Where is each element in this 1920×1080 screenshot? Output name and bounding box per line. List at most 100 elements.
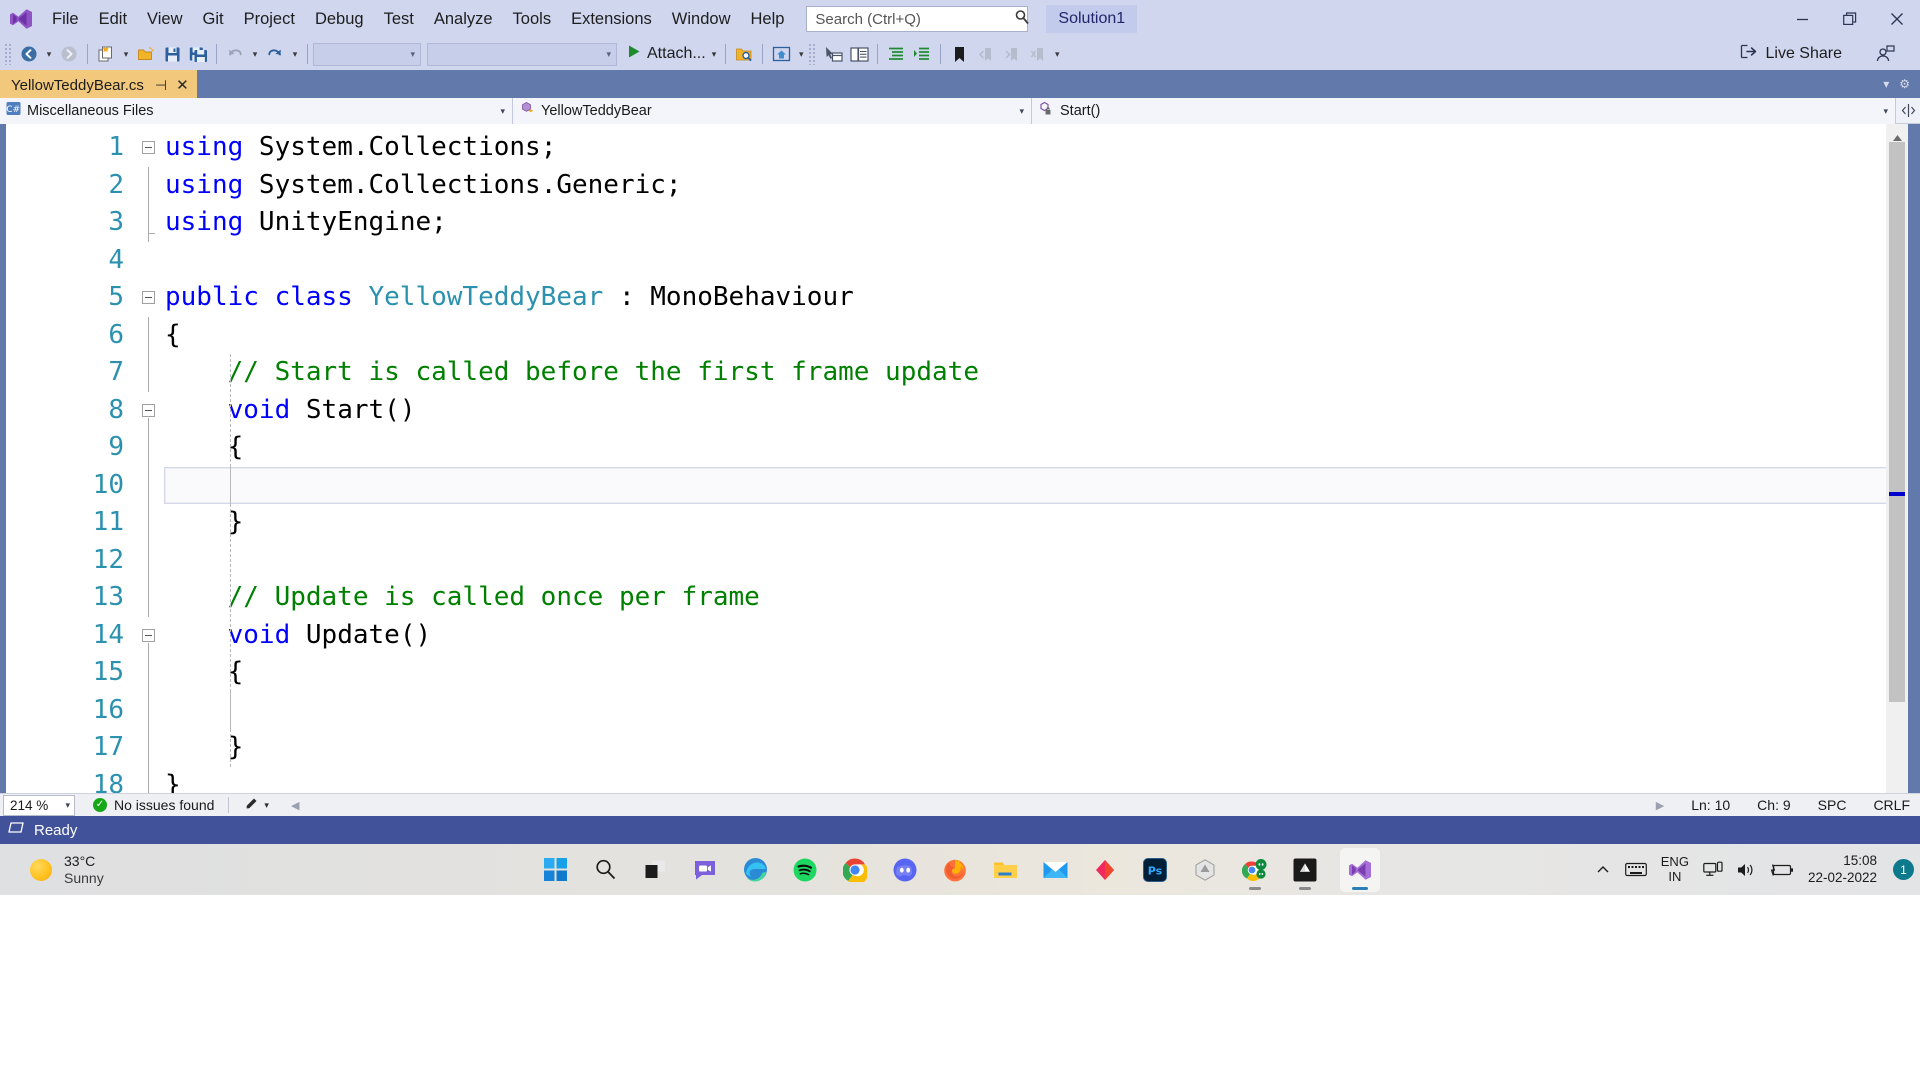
pen-dropdown-icon[interactable]: ▾	[264, 800, 269, 811]
unity-hub-icon[interactable]	[1190, 848, 1220, 892]
navbar-type-combo[interactable]: YellowTeddyBear ▾	[513, 98, 1032, 124]
code-line[interactable]: }	[164, 504, 1920, 542]
pen-icon[interactable]	[243, 796, 259, 815]
chevron-down-icon[interactable]: ▾	[1019, 106, 1024, 117]
mail-icon[interactable]	[1040, 848, 1070, 892]
spotify-icon[interactable]	[790, 848, 820, 892]
code-line[interactable]: void Update()	[164, 617, 1920, 655]
selection-margin[interactable]	[6, 124, 20, 793]
code-line[interactable]: // Start is called before the first fram…	[164, 354, 1920, 392]
task-view-icon[interactable]	[640, 848, 670, 892]
fold-indicator[interactable]	[138, 129, 164, 167]
redo-icon[interactable]	[262, 41, 288, 67]
copy-window-icon[interactable]	[846, 41, 872, 67]
weather-widget[interactable]: 33°C Sunny	[30, 853, 104, 886]
document-tab-yellowteddybear[interactable]: YellowTeddyBear.cs ⊣ ✕	[0, 70, 197, 98]
toolbar-overflow-icon[interactable]: ▾	[1050, 41, 1064, 67]
pointer-window-icon[interactable]	[820, 41, 846, 67]
code-line[interactable]: }	[164, 767, 1920, 794]
battery-charging-icon[interactable]	[1770, 863, 1794, 877]
chevron-down-icon[interactable]: ▾	[500, 106, 505, 117]
volume-icon[interactable]	[1737, 862, 1756, 878]
new-item-dropdown-icon[interactable]: ▾	[119, 41, 133, 67]
code-line[interactable]: {	[164, 429, 1920, 467]
menu-item-debug[interactable]: Debug	[305, 0, 374, 38]
menu-item-file[interactable]: File	[42, 0, 89, 38]
firefox-icon[interactable]	[940, 848, 970, 892]
quick-search-box[interactable]	[806, 6, 1030, 32]
chevron-down-icon[interactable]: ▾	[65, 800, 70, 811]
restore-icon[interactable]	[1826, 0, 1873, 38]
split-window-icon[interactable]	[1896, 98, 1920, 123]
language-indicator[interactable]: ENG IN	[1661, 854, 1689, 884]
attach-to-process-button[interactable]: Attach... ▾	[623, 41, 720, 67]
menu-item-test[interactable]: Test	[374, 0, 424, 38]
scroll-up-icon[interactable]	[1886, 124, 1908, 142]
menu-item-help[interactable]: Help	[740, 0, 794, 38]
fold-indicator[interactable]	[138, 392, 164, 429]
navigate-forward-icon[interactable]	[56, 41, 82, 67]
visual-studio-icon[interactable]	[1340, 847, 1380, 892]
clear-bookmark-icon[interactable]	[1024, 41, 1050, 67]
menu-item-analyze[interactable]: Analyze	[424, 0, 503, 38]
scroll-right-icon[interactable]: ▶	[1656, 799, 1664, 812]
navbar-member-combo[interactable]: Start() ▾	[1032, 98, 1896, 124]
attach-dropdown-icon[interactable]: ▾	[712, 49, 717, 60]
scroll-left-icon[interactable]: ◀	[291, 799, 299, 812]
photoshop-icon[interactable]: Ps	[1140, 848, 1170, 892]
issues-indicator[interactable]: ✓ No issues found	[93, 797, 214, 813]
bookmark-icon[interactable]	[946, 41, 972, 67]
previous-bookmark-icon[interactable]	[972, 41, 998, 67]
code-line[interactable]: // Update is called once per frame	[164, 579, 1920, 617]
unity-editor-icon[interactable]	[1290, 848, 1320, 892]
fold-indicator[interactable]	[138, 279, 164, 317]
home-icon[interactable]	[768, 41, 794, 67]
code-text-area[interactable]: using System.Collections; using System.Co…	[164, 124, 1920, 793]
network-icon[interactable]	[1703, 861, 1723, 878]
discord-icon[interactable]	[890, 848, 920, 892]
code-line[interactable]: {	[164, 317, 1920, 355]
send-feedback-icon[interactable]	[1870, 41, 1900, 67]
chat-icon[interactable]	[690, 848, 720, 892]
home-dropdown-icon[interactable]: ▾	[794, 41, 808, 67]
redo-dropdown-icon[interactable]: ▾	[288, 41, 302, 67]
menu-item-view[interactable]: View	[137, 0, 192, 38]
outdent-icon[interactable]	[909, 41, 935, 67]
microsoft-edge-icon[interactable]	[740, 848, 770, 892]
collapse-icon[interactable]	[142, 403, 155, 417]
search-input[interactable]	[815, 10, 1015, 28]
code-editor[interactable]: 1 2 3 4 5 6 7 8 9 10 11 12 13 14 15 16 17 18 using System…	[0, 124, 1920, 793]
indentation-indicator[interactable]: SPC	[1818, 797, 1847, 813]
chevron-down-icon[interactable]: ▾	[1883, 77, 1889, 91]
chrome-discord-group-icon[interactable]	[1240, 848, 1270, 892]
touch-keyboard-icon[interactable]	[1624, 862, 1647, 877]
code-line-current[interactable]	[164, 466, 1900, 504]
code-line[interactable]: using System.Collections.Generic;	[164, 167, 1920, 205]
undo-dropdown-icon[interactable]: ▾	[248, 41, 262, 67]
menu-item-project[interactable]: Project	[234, 0, 305, 38]
search-folder-icon[interactable]	[731, 41, 757, 67]
save-icon[interactable]	[159, 41, 185, 67]
blender-icon[interactable]	[1090, 848, 1120, 892]
scrollbar-thumb[interactable]	[1889, 142, 1905, 702]
navbar-project-combo[interactable]: C# Miscellaneous Files ▾	[0, 98, 513, 124]
next-bookmark-icon[interactable]	[998, 41, 1024, 67]
code-line[interactable]: }	[164, 729, 1920, 767]
solution-name-chip[interactable]: Solution1	[1046, 5, 1138, 33]
chevron-down-icon[interactable]: ▾	[1883, 106, 1888, 117]
notification-icon[interactable]: 1	[1893, 859, 1914, 880]
pin-icon[interactable]: ⊣	[155, 78, 167, 92]
undo-icon[interactable]	[222, 41, 248, 67]
zoom-level-combo[interactable]: 214 % ▾	[3, 794, 75, 816]
code-line[interactable]	[164, 692, 1920, 730]
editor-vertical-scrollbar[interactable]	[1886, 124, 1908, 793]
code-line[interactable]: {	[164, 654, 1920, 692]
clock[interactable]: 15:08 22-02-2022	[1808, 853, 1877, 885]
solution-configuration-combo[interactable]: ▾	[313, 42, 421, 66]
save-all-icon[interactable]	[185, 41, 211, 67]
file-explorer-icon[interactable]	[990, 848, 1020, 892]
menu-item-window[interactable]: Window	[662, 0, 741, 38]
menu-item-extensions[interactable]: Extensions	[561, 0, 662, 38]
collapse-icon[interactable]	[142, 141, 155, 154]
google-chrome-icon[interactable]	[840, 848, 870, 892]
